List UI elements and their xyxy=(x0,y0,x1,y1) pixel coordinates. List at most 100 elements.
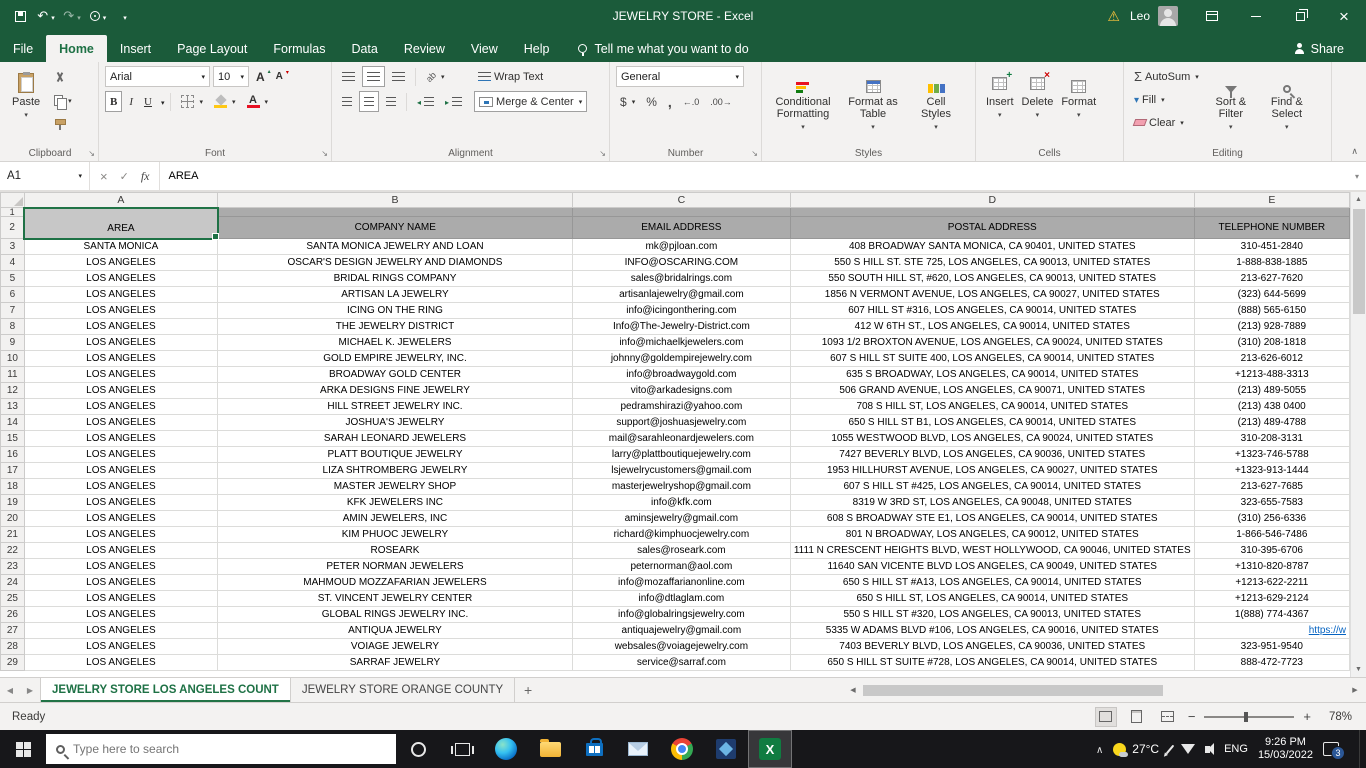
cell-area[interactable]: LOS ANGELES xyxy=(23,398,219,415)
fill-color-dropdown[interactable] xyxy=(230,96,236,108)
cell-phone[interactable]: 213-627-7685 xyxy=(1193,478,1350,495)
cell-company[interactable]: ANTIQUA JEWELRY xyxy=(217,622,573,639)
cut-button[interactable] xyxy=(50,67,76,88)
formula-input[interactable]: AREA xyxy=(160,162,1348,190)
cell-area[interactable]: LOS ANGELES xyxy=(23,254,219,271)
cell-email[interactable]: mail@sarahleonardjewelers.com xyxy=(571,430,791,447)
cell-styles-button[interactable]: Cell Styles xyxy=(908,66,964,136)
selected-cell-a1[interactable]: AREA xyxy=(23,206,220,241)
paste-dropdown[interactable] xyxy=(24,108,28,122)
row-header-2[interactable]: 2 xyxy=(0,216,26,239)
cell-postal[interactable]: 7403 BEVERLY BLVD, LOS ANGELES, CA 90036… xyxy=(789,638,1195,655)
cell-email[interactable]: info@kfk.com xyxy=(571,494,791,511)
show-desktop-button[interactable] xyxy=(1359,730,1364,768)
row-number[interactable]: 17 xyxy=(0,462,25,479)
cell-area[interactable]: SANTA MONICA xyxy=(23,238,219,255)
cell-email[interactable]: websales@voiagejewelry.com xyxy=(571,638,791,655)
fill-button[interactable]: Fill xyxy=(1130,89,1203,110)
insert-function-button[interactable]: fx xyxy=(141,169,150,184)
decrease-indent-button[interactable] xyxy=(413,91,438,112)
minimize-button[interactable] xyxy=(1234,0,1278,32)
row-number[interactable]: 19 xyxy=(0,494,25,511)
cell-postal[interactable]: 11640 SAN VICENTE BLVD LOS ANGELES, CA 9… xyxy=(789,558,1195,575)
row-number[interactable]: 12 xyxy=(0,382,25,399)
cell-company[interactable]: PLATT BOUTIQUE JEWELRY xyxy=(217,446,573,463)
file-explorer-button[interactable] xyxy=(528,730,572,768)
wrap-text-button[interactable]: Wrap Text xyxy=(474,66,587,87)
row-number[interactable]: 21 xyxy=(0,526,25,543)
cell-company[interactable]: ARTISAN LA JEWELRY xyxy=(217,286,573,303)
percent-style-button[interactable] xyxy=(642,91,661,112)
cell-postal[interactable]: 5335 W ADAMS BLVD #106, LOS ANGELES, CA … xyxy=(789,622,1195,639)
cell-area[interactable]: LOS ANGELES xyxy=(23,622,219,639)
row-number[interactable]: 23 xyxy=(0,558,25,575)
name-box-dropdown[interactable] xyxy=(76,170,82,182)
row-number[interactable]: 15 xyxy=(0,430,25,447)
cell-area[interactable]: LOS ANGELES xyxy=(23,270,219,287)
cell-phone[interactable]: 323-655-7583 xyxy=(1193,494,1350,511)
font-color-button[interactable]: A xyxy=(243,91,273,112)
cell-postal[interactable]: 650 S HILL ST B1, LOS ANGELES, CA 90014,… xyxy=(789,414,1195,431)
row-number[interactable]: 29 xyxy=(0,654,25,671)
row-number[interactable]: 22 xyxy=(0,542,25,559)
cell-email[interactable]: info@michaelkjewelers.com xyxy=(571,334,791,351)
cell-email[interactable]: mk@pjloan.com xyxy=(571,238,791,255)
cell-phone[interactable]: +1213-629-2124 xyxy=(1193,590,1350,607)
sheet-tab-orange-county[interactable]: JEWELRY STORE ORANGE COUNTY xyxy=(291,678,516,702)
middle-align-button[interactable] xyxy=(362,66,385,87)
taskbar-clock[interactable]: 9:26 PM 15/03/2022 xyxy=(1258,736,1313,762)
cell-phone[interactable]: 213-626-6012 xyxy=(1193,350,1350,367)
cell-area[interactable]: LOS ANGELES xyxy=(23,574,219,591)
cell-email[interactable]: lsjewelrycustomers@gmail.com xyxy=(571,462,791,479)
cancel-formula-icon[interactable] xyxy=(100,169,108,184)
cortana-button[interactable] xyxy=(396,730,440,768)
borders-dropdown[interactable] xyxy=(197,96,203,108)
cell-company[interactable]: ST. VINCENT JEWELRY CENTER xyxy=(217,590,573,607)
zoom-in-button[interactable] xyxy=(1303,709,1311,724)
cell-company[interactable]: LIZA SHTROMBERG JEWELRY xyxy=(217,462,573,479)
bold-button[interactable]: B xyxy=(105,91,123,112)
format-as-table-button[interactable]: Format as Table xyxy=(838,66,908,136)
row-number[interactable]: 26 xyxy=(0,606,25,623)
ribbon-display-options-button[interactable] xyxy=(1190,0,1234,32)
row-number[interactable]: 4 xyxy=(0,254,25,271)
cell-company[interactable]: ROSEARK xyxy=(217,542,573,559)
underline-dropdown[interactable] xyxy=(159,95,165,109)
cell-company[interactable]: SARAH LEONARD JEWELERS xyxy=(217,430,573,447)
cell-email[interactable]: INFO@OSCARING.COM xyxy=(571,254,791,271)
delete-cells-dropdown[interactable] xyxy=(1036,108,1040,122)
conditional-formatting-dropdown[interactable] xyxy=(801,120,805,134)
excel-taskbar-button[interactable] xyxy=(748,730,792,768)
cell-postal[interactable]: 607 HILL ST #316, LOS ANGELES, CA 90014,… xyxy=(789,302,1195,319)
zoom-out-button[interactable] xyxy=(1188,709,1196,724)
cell-company[interactable]: GOLD EMPIRE JEWELRY, INC. xyxy=(217,350,573,367)
undo-dropdown[interactable] xyxy=(49,9,55,24)
cell-company[interactable]: OSCAR'S DESIGN JEWELRY AND DIAMONDS xyxy=(217,254,573,271)
cell-phone[interactable]: +1213-622-2211 xyxy=(1193,574,1350,591)
format-as-table-dropdown[interactable] xyxy=(871,120,875,134)
find-select-dropdown[interactable] xyxy=(1285,120,1289,134)
cell-email[interactable]: sales@bridalrings.com xyxy=(571,270,791,287)
align-left-button[interactable] xyxy=(338,91,356,112)
select-all-corner[interactable] xyxy=(0,192,25,208)
align-center-button[interactable] xyxy=(359,91,379,112)
weather-widget[interactable]: 27°C xyxy=(1113,742,1159,757)
cell-company[interactable]: SARRAF JEWELRY xyxy=(217,654,573,671)
qat-customize-button[interactable] xyxy=(112,4,136,28)
align-right-button[interactable] xyxy=(382,91,400,112)
cell-phone[interactable]: 213-627-7620 xyxy=(1193,270,1350,287)
row-number[interactable]: 27 xyxy=(0,622,25,639)
clear-button[interactable]: Clear xyxy=(1130,112,1203,133)
cell-phone[interactable]: 1-888-838-1885 xyxy=(1193,254,1350,271)
increase-indent-button[interactable] xyxy=(441,91,466,112)
row-number[interactable]: 16 xyxy=(0,446,25,463)
accounting-dropdown[interactable] xyxy=(630,96,636,108)
delete-cells-button[interactable]: × Delete xyxy=(1018,66,1058,124)
notification-center-button[interactable]: 3 xyxy=(1323,742,1345,760)
pen-icon[interactable] xyxy=(1165,744,1175,754)
cell-postal[interactable]: 1093 1/2 BROXTON AVENUE, LOS ANGELES, CA… xyxy=(789,334,1195,351)
cell-phone[interactable]: 1(888) 774-4367 xyxy=(1193,606,1350,623)
cell-area[interactable]: LOS ANGELES xyxy=(23,638,219,655)
undo-button[interactable] xyxy=(34,4,58,28)
cell-email[interactable]: johnny@goldempirejewelry.com xyxy=(571,350,791,367)
